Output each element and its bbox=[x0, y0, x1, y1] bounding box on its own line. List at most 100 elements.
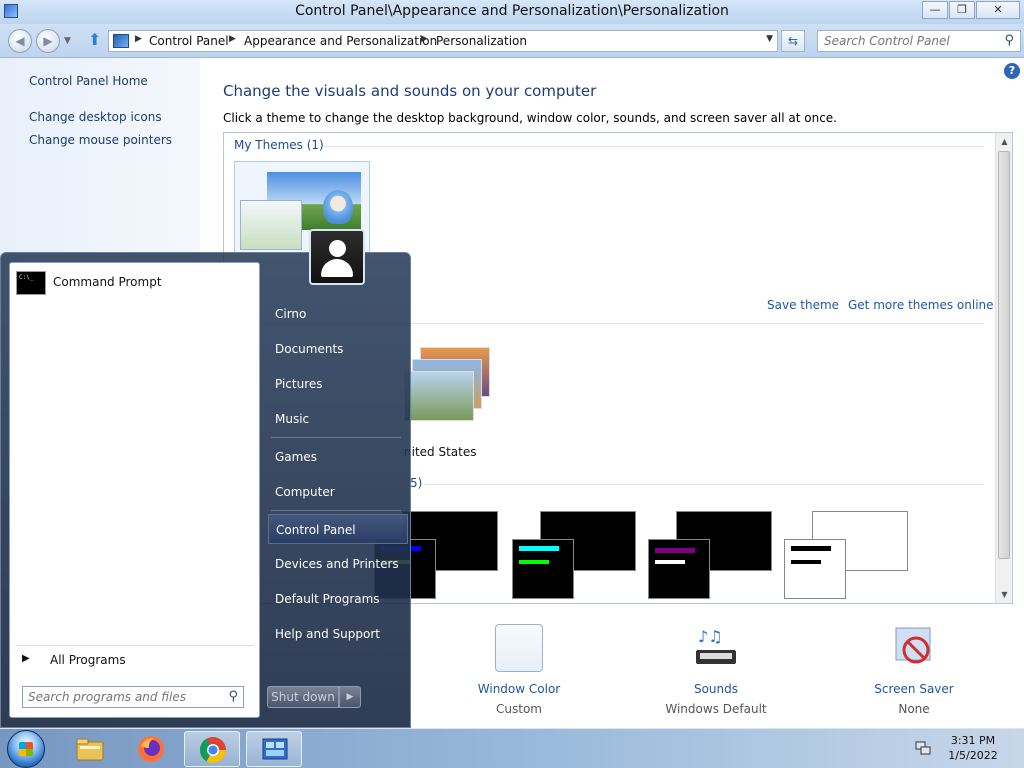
search-icon[interactable]: ⚲ bbox=[228, 689, 238, 704]
start-menu-item-music[interactable]: Music bbox=[268, 404, 408, 434]
theme-character-preview bbox=[323, 190, 353, 224]
crumb-appearance[interactable]: Appearance and Personalization bbox=[244, 34, 437, 48]
start-menu: C:\_ Command Prompt ▶ All Programs ⚲ Cir… bbox=[0, 229, 411, 728]
clock-time: 3:31 PM bbox=[950, 734, 996, 747]
back-button[interactable]: ◀ bbox=[8, 29, 32, 53]
hc-text-bar bbox=[519, 560, 549, 564]
start-menu-item-command-prompt[interactable]: Command Prompt bbox=[53, 275, 162, 289]
change-mouse-pointers-link[interactable]: Change mouse pointers bbox=[29, 133, 172, 147]
minimize-button[interactable]: — bbox=[922, 1, 948, 19]
theme-high-contrast-black[interactable] bbox=[648, 511, 778, 603]
my-themes-label: My Themes (1) bbox=[234, 138, 324, 152]
shutdown-button[interactable]: Shut down bbox=[267, 686, 339, 708]
search-icon[interactable]: ⚲ bbox=[1004, 33, 1014, 48]
window-title: Control Panel\Appearance and Personaliza… bbox=[295, 3, 729, 19]
recent-pages-dropdown[interactable]: ▼ bbox=[64, 36, 71, 46]
taskbar-firefox[interactable] bbox=[123, 731, 179, 767]
theme-label-united-states: nited States bbox=[404, 445, 477, 459]
control-panel-home-link[interactable]: Control Panel Home bbox=[29, 74, 148, 88]
window-color-label[interactable]: Window Color bbox=[444, 682, 594, 696]
divider bbox=[424, 484, 984, 485]
sounds-setting[interactable]: ♪♫ Sounds Windows Default bbox=[641, 624, 791, 716]
search-box[interactable]: ⚲ bbox=[817, 30, 1021, 52]
search-input[interactable] bbox=[818, 31, 998, 51]
start-button[interactable] bbox=[7, 730, 45, 768]
scroll-up-arrow[interactable]: ▲ bbox=[996, 133, 1012, 150]
divider bbox=[271, 437, 401, 438]
divider bbox=[16, 645, 254, 646]
basic-themes-label: 5) bbox=[410, 476, 423, 490]
network-icon[interactable] bbox=[914, 739, 932, 757]
chevron-right-icon[interactable]: ▶ bbox=[22, 653, 30, 664]
control-panel-icon bbox=[113, 34, 129, 48]
screen-saver-value: None bbox=[898, 702, 930, 716]
svg-text:♪♫: ♪♫ bbox=[698, 627, 723, 646]
control-panel-icon bbox=[262, 738, 288, 760]
hc-text-bar bbox=[655, 560, 685, 564]
change-desktop-icons-link[interactable]: Change desktop icons bbox=[29, 110, 162, 124]
hc-front-preview bbox=[784, 539, 846, 599]
screen-saver-setting[interactable]: Screen Saver None bbox=[839, 624, 989, 716]
save-theme-link[interactable]: Save theme bbox=[767, 298, 839, 312]
start-menu-item-pictures[interactable]: Pictures bbox=[268, 369, 408, 399]
window-color-setting[interactable]: Window Color Custom bbox=[444, 624, 594, 716]
chevron-right-icon[interactable]: ▶ bbox=[421, 34, 428, 44]
chevron-down-icon[interactable]: ▼ bbox=[766, 34, 773, 44]
address-bar: ◀ ▶ ▼ ⬆ ▶ Control Panel ▶ Appearance and… bbox=[0, 24, 1024, 58]
shutdown-options-button[interactable]: ▶ bbox=[339, 686, 361, 708]
help-icon[interactable]: ? bbox=[1004, 63, 1020, 79]
forward-button[interactable]: ▶ bbox=[36, 29, 60, 53]
user-avatar[interactable] bbox=[309, 229, 365, 285]
taskbar-file-explorer[interactable] bbox=[62, 731, 118, 767]
hc-text-bar bbox=[791, 560, 821, 564]
refresh-button[interactable]: ⇆ bbox=[781, 30, 805, 52]
start-menu-item-user[interactable]: Cirno bbox=[268, 299, 408, 329]
hc-accent-bar bbox=[519, 546, 559, 551]
start-search-input[interactable] bbox=[23, 687, 219, 707]
theme-window-preview bbox=[240, 200, 302, 250]
window-color-value: Custom bbox=[496, 702, 542, 716]
chevron-right-icon[interactable]: ▶ bbox=[229, 34, 236, 44]
hc-accent-bar bbox=[791, 546, 831, 551]
theme-high-contrast-white[interactable] bbox=[784, 511, 914, 603]
taskbar: 3:31 PM 1/5/2022 bbox=[0, 728, 1024, 768]
breadcrumb[interactable]: ▶ Control Panel ▶ Appearance and Persona… bbox=[108, 30, 778, 52]
maximize-button[interactable]: ❐ bbox=[949, 1, 975, 19]
sounds-label[interactable]: Sounds bbox=[641, 682, 791, 696]
scroll-down-arrow[interactable]: ▼ bbox=[996, 586, 1012, 603]
wallpaper-lighthouse bbox=[404, 371, 474, 421]
all-programs-item[interactable]: All Programs bbox=[50, 653, 126, 667]
start-menu-item-games[interactable]: Games bbox=[268, 442, 408, 472]
theme-united-states[interactable] bbox=[404, 347, 494, 437]
start-search-box[interactable]: ⚲ bbox=[22, 686, 244, 708]
page-subtitle: Click a theme to change the desktop back… bbox=[223, 111, 837, 125]
taskbar-control-panel[interactable] bbox=[246, 731, 302, 767]
hc-accent-bar bbox=[655, 548, 695, 553]
clock-date: 1/5/2022 bbox=[948, 749, 998, 762]
start-menu-item-computer[interactable]: Computer bbox=[268, 477, 408, 507]
start-menu-item-documents[interactable]: Documents bbox=[268, 334, 408, 364]
get-more-themes-link[interactable]: Get more themes online bbox=[848, 298, 994, 312]
start-menu-item-control-panel[interactable]: Control Panel bbox=[268, 514, 408, 544]
command-prompt-icon[interactable]: C:\_ bbox=[16, 271, 46, 295]
window-color-icon bbox=[495, 624, 543, 672]
avatar-body bbox=[321, 259, 353, 277]
crumb-control-panel[interactable]: Control Panel bbox=[149, 34, 229, 48]
screen-saver-icon bbox=[890, 624, 938, 672]
start-menu-item-default-programs[interactable]: Default Programs bbox=[268, 584, 408, 614]
start-menu-item-help-support[interactable]: Help and Support bbox=[268, 619, 408, 649]
scroll-thumb[interactable] bbox=[998, 151, 1010, 559]
avatar-head bbox=[329, 240, 346, 257]
start-menu-programs-pane: C:\_ Command Prompt ▶ All Programs ⚲ bbox=[9, 262, 260, 718]
taskbar-clock[interactable]: 3:31 PM 1/5/2022 bbox=[944, 733, 1002, 763]
screen-saver-label[interactable]: Screen Saver bbox=[839, 682, 989, 696]
theme-high-contrast-2[interactable] bbox=[512, 511, 642, 603]
crumb-personalization[interactable]: Personalization bbox=[436, 34, 527, 48]
chevron-right-icon[interactable]: ▶ bbox=[135, 34, 142, 44]
close-button[interactable]: ✕ bbox=[976, 1, 1020, 19]
page-title: Change the visuals and sounds on your co… bbox=[223, 82, 597, 100]
up-arrow-icon[interactable]: ⬆ bbox=[88, 32, 104, 50]
themes-scrollbar[interactable]: ▲ ▼ bbox=[995, 133, 1012, 603]
taskbar-chrome[interactable] bbox=[184, 731, 240, 767]
start-menu-item-devices-printers[interactable]: Devices and Printers bbox=[268, 549, 408, 579]
